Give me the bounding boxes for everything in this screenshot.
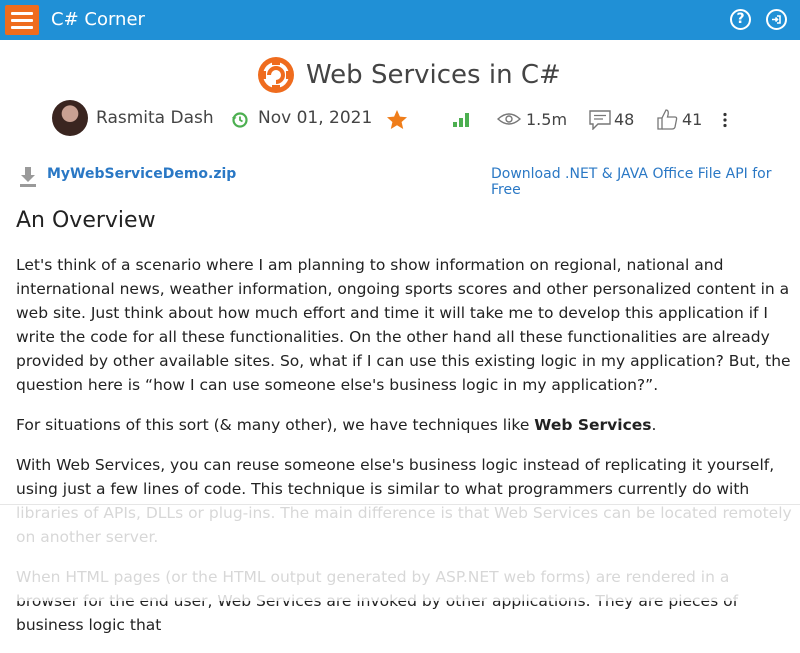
publish-date: Nov 01, 2021 xyxy=(258,108,373,128)
view-count: 1.5m xyxy=(526,110,568,129)
hamburger-icon-line xyxy=(11,19,33,22)
content-fade-overlay xyxy=(0,504,800,601)
section-heading: An Overview xyxy=(16,208,156,233)
like-count[interactable]: 41 xyxy=(682,110,702,129)
help-button[interactable]: ? xyxy=(730,9,751,30)
attachment-download-link[interactable]: MyWebServiceDemo.zip xyxy=(47,166,236,182)
article-meta-row: Rasmita Dash Nov 01, 2021 1.5m 48 41 xyxy=(0,98,800,138)
article-title-row: Web Services in C# xyxy=(0,54,800,96)
hamburger-icon-line xyxy=(11,26,33,29)
download-icon[interactable] xyxy=(18,166,38,188)
eye-icon xyxy=(497,113,521,125)
menu-button[interactable] xyxy=(5,5,39,35)
paragraph-text: . xyxy=(651,416,657,434)
csharp-logo-icon xyxy=(258,57,294,93)
refresh-clock-icon xyxy=(232,112,248,128)
author-name[interactable]: Rasmita Dash xyxy=(96,108,214,128)
sponsored-download-link[interactable]: Download .NET & JAVA Office File API for… xyxy=(491,166,800,198)
login-icon xyxy=(772,15,781,24)
star-icon xyxy=(387,110,407,129)
comment-count[interactable]: 48 xyxy=(614,110,634,129)
paragraph: Let's think of a scenario where I am pla… xyxy=(16,256,791,394)
page-title: Web Services in C# xyxy=(306,60,561,90)
level-bars-icon xyxy=(453,113,469,127)
comment-icon xyxy=(589,110,611,130)
more-vertical-icon[interactable] xyxy=(721,112,729,128)
paragraph: For situations of this sort (& many othe… xyxy=(16,413,792,437)
hamburger-icon-line xyxy=(11,12,33,15)
author-avatar[interactable] xyxy=(52,100,88,136)
top-nav-bar: C# Corner ? xyxy=(0,0,800,40)
paragraph-text: For situations of this sort (& many othe… xyxy=(16,416,535,434)
thumbs-up-icon xyxy=(657,109,678,130)
bold-term: Web Services xyxy=(534,416,652,434)
login-button[interactable] xyxy=(766,9,787,30)
site-brand[interactable]: C# Corner xyxy=(51,9,145,31)
